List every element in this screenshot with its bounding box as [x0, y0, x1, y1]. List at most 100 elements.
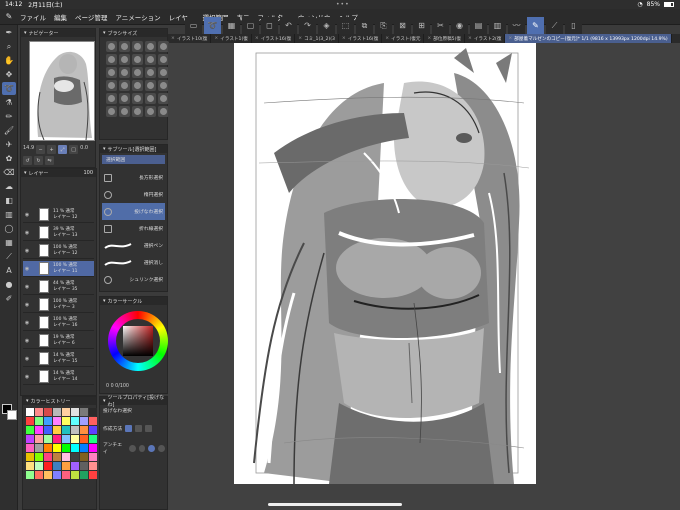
collapse-icon[interactable]: ▾ — [24, 30, 27, 36]
balloon-icon[interactable]: ● — [2, 278, 16, 291]
color-swatch[interactable] — [44, 471, 52, 479]
selection-icon[interactable]: ▭ — [185, 17, 202, 34]
color-swatch[interactable] — [62, 408, 70, 416]
layer-row[interactable]: ◉ 39 % 通常 レイヤー 13 — [23, 225, 94, 241]
color-swatch[interactable] — [26, 408, 34, 416]
reference-icon[interactable]: ⊞ — [413, 17, 430, 34]
color-swatch[interactable] — [71, 408, 79, 416]
color-swatch[interactable] — [35, 426, 43, 434]
menu-page[interactable]: ページ管理 — [75, 12, 107, 22]
layer-icon[interactable]: ▥ — [489, 17, 506, 34]
color-swatch[interactable] — [44, 435, 52, 443]
visibility-eye-icon[interactable]: ◉ — [23, 302, 31, 308]
fill-selection-icon[interactable]: ◈ — [318, 17, 335, 34]
color-swatch[interactable] — [80, 408, 88, 416]
color-swatch[interactable] — [26, 462, 34, 470]
rotate-right-icon[interactable]: ↻ — [34, 156, 43, 165]
fit-icon[interactable]: ⤢ — [58, 145, 68, 154]
figure-icon[interactable]: ◯ — [2, 222, 16, 235]
pen-icon[interactable]: ✒ — [2, 26, 16, 39]
brush-size-preset[interactable] — [119, 67, 130, 78]
collapse-icon[interactable]: ▾ — [103, 30, 106, 36]
tab-document[interactable]: × 部位原稿5(復 — [424, 34, 465, 43]
collapse-icon[interactable]: ▾ — [103, 146, 106, 152]
subtool-group-tab[interactable]: 選択範囲 — [102, 155, 165, 164]
pen-pressure-icon[interactable]: ✎ — [527, 17, 544, 34]
ruler-icon[interactable]: ⟋ — [2, 250, 16, 263]
close-icon[interactable]: × — [214, 36, 218, 41]
visibility-eye-icon[interactable]: ◉ — [23, 356, 31, 362]
color-swatch[interactable] — [53, 417, 61, 425]
color-swatch[interactable] — [53, 435, 61, 443]
tab-document[interactable]: × コミ_1(3_2)(3 — [295, 34, 339, 43]
tab-document[interactable]: × イラスト16(復 — [252, 34, 296, 43]
color-swatch[interactable] — [62, 444, 70, 452]
drawing-canvas[interactable] — [234, 43, 536, 484]
antialias-strong-icon[interactable] — [158, 444, 165, 452]
color-swatch[interactable] — [89, 408, 97, 416]
decoration-icon[interactable]: ✿ — [2, 152, 16, 165]
fill-icon[interactable]: ◧ — [2, 194, 16, 207]
color-swatch[interactable] — [35, 462, 43, 470]
antialias-weak-icon[interactable] — [138, 444, 146, 452]
flip-icon[interactable]: ⇋ — [45, 156, 54, 165]
close-icon[interactable]: × — [255, 36, 259, 41]
eye-icon[interactable]: ◉ — [451, 17, 468, 34]
color-swatch[interactable] — [53, 408, 61, 416]
color-swatch[interactable] — [71, 426, 79, 434]
color-swatch[interactable] — [26, 435, 34, 443]
subtool-lasso-select[interactable]: 投げなわ選択 — [102, 203, 165, 220]
visibility-eye-icon[interactable]: ◉ — [23, 230, 31, 236]
color-swatch[interactable] — [62, 453, 70, 461]
airbrush-icon[interactable]: ✈ — [2, 138, 16, 151]
hand-icon[interactable]: ✋ — [2, 54, 16, 67]
brush-size-preset[interactable] — [145, 41, 156, 52]
frame-icon[interactable]: ▦ — [2, 236, 16, 249]
brush-size-preset[interactable] — [106, 54, 117, 65]
color-swatch[interactable] — [44, 417, 52, 425]
color-swatch[interactable] — [80, 462, 88, 470]
brush-size-preset[interactable] — [132, 80, 143, 91]
deselect-icon[interactable]: ▢ — [242, 17, 259, 34]
color-swatch[interactable] — [80, 453, 88, 461]
paste-icon[interactable]: ⎘ — [375, 17, 392, 34]
multitask-dots[interactable]: ••• — [336, 1, 350, 8]
color-swatch[interactable] — [80, 426, 88, 434]
color-swatch[interactable] — [89, 426, 97, 434]
subtool-shrink-select[interactable]: シュリンク選択 — [102, 271, 165, 288]
color-swatch[interactable] — [44, 462, 52, 470]
layer-row[interactable]: ◉ 100 % 通常 レイヤー 3 — [23, 297, 94, 313]
brush-size-preset[interactable] — [132, 41, 143, 52]
eyedropper-icon[interactable]: ⚗ — [2, 96, 16, 109]
brush-size-preset[interactable] — [132, 93, 143, 104]
color-swatch[interactable] — [80, 444, 88, 452]
transform-icon[interactable]: ⬚ — [337, 17, 354, 34]
tab-document[interactable]: × イラスト2(復 — [465, 34, 506, 43]
color-swatch[interactable] — [26, 417, 34, 425]
layer-opacity-value[interactable]: 100 — [83, 170, 93, 176]
color-swatch[interactable] — [71, 471, 79, 479]
grid-icon[interactable]: ▤ — [470, 17, 487, 34]
color-swatch[interactable] — [44, 426, 52, 434]
color-swatch[interactable] — [71, 435, 79, 443]
timelapse-icon[interactable]: ▯ — [565, 17, 582, 34]
color-swatch[interactable] — [35, 435, 43, 443]
color-swatch[interactable] — [62, 426, 70, 434]
color-swatch[interactable] — [26, 444, 34, 452]
color-swatch[interactable] — [71, 417, 79, 425]
color-swatch[interactable] — [62, 462, 70, 470]
zoom-in-icon[interactable]: + — [47, 145, 57, 154]
tab-document[interactable]: × イラスト10(復 — [168, 34, 212, 43]
color-swatch[interactable] — [35, 453, 43, 461]
visibility-eye-icon[interactable]: ◉ — [23, 212, 31, 218]
layer-row[interactable]: ◉ 14 % 通常 レイヤー 14 — [23, 369, 94, 385]
delete-icon[interactable]: ⊠ — [394, 17, 411, 34]
rotate-left-icon[interactable]: ↺ — [23, 156, 32, 165]
hue-ring[interactable] — [108, 311, 168, 371]
subtool-rect-select[interactable]: 長方形選択 — [102, 169, 165, 186]
close-icon[interactable]: × — [508, 36, 512, 41]
color-swatch[interactable] — [44, 444, 52, 452]
pencil-icon[interactable]: ✏ — [2, 110, 16, 123]
navigator-preview[interactable] — [29, 41, 95, 141]
color-swatch[interactable] — [71, 444, 79, 452]
